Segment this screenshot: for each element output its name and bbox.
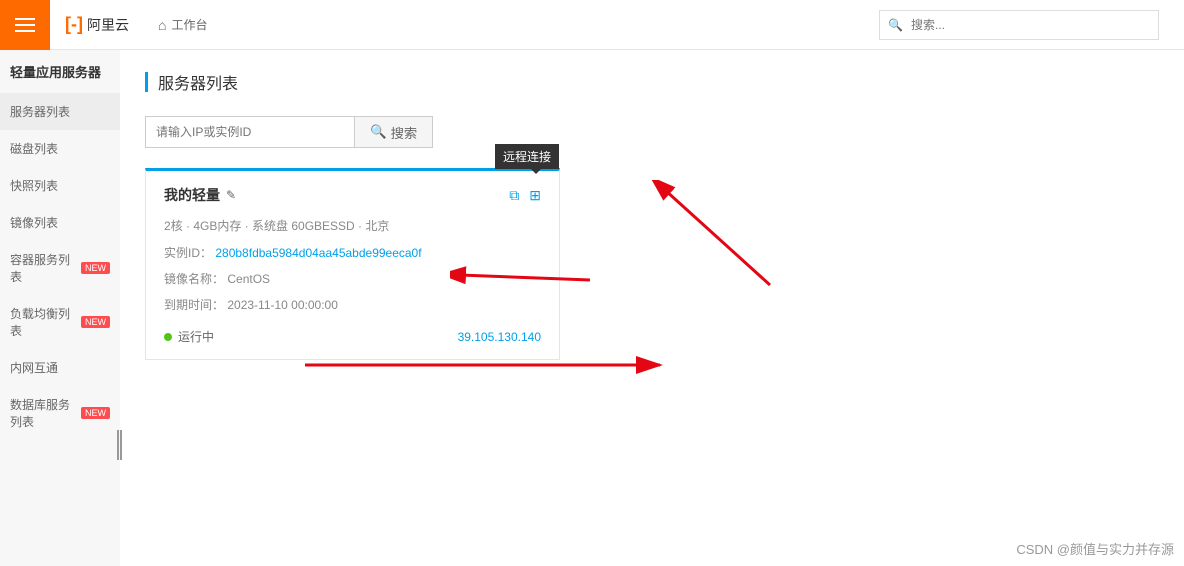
workspace-nav-item[interactable]: ⌂ 工作台 — [144, 16, 221, 33]
expire-label: 到期时间： — [164, 298, 224, 312]
global-search[interactable]: 🔍 — [879, 10, 1159, 40]
sidebar-item-databases[interactable]: 数据库服务列表 NEW — [0, 386, 120, 440]
sidebar-item-label: 数据库服务列表 — [10, 396, 75, 430]
server-card[interactable]: 远程连接 我的轻量 ✎ ⧉ ⊞ 2核 · 4GB内存 · 系统盘 60GBESS… — [145, 168, 560, 360]
ip-link[interactable]: 39.105.130.140 — [458, 330, 541, 344]
sidebar-item-label: 快照列表 — [10, 177, 58, 194]
sidebar: 轻量应用服务器 服务器列表 磁盘列表 快照列表 镜像列表 容器服务列表 NEW 负… — [0, 50, 120, 566]
card-actions: ⧉ ⊞ — [509, 187, 541, 204]
remote-connect-tooltip: 远程连接 — [495, 144, 559, 169]
status-text: 运行中 — [178, 328, 214, 345]
search-row: 🔍 搜索 — [145, 116, 1159, 148]
workspace-label: 工作台 — [171, 16, 207, 33]
sidebar-list: 服务器列表 磁盘列表 快照列表 镜像列表 容器服务列表 NEW 负载均衡列表 NEW… — [0, 93, 120, 440]
status-dot-icon — [164, 333, 172, 341]
sidebar-item-intranet[interactable]: 内网互通 — [0, 349, 120, 386]
sidebar-item-label: 内网互通 — [10, 359, 58, 376]
brand-logo[interactable]: [‑] 阿里云 — [65, 14, 129, 35]
sidebar-item-label: 负载均衡列表 — [10, 305, 75, 339]
search-button[interactable]: 🔍 搜索 — [355, 116, 433, 148]
server-spec: 2核 · 4GB内存 · 系统盘 60GBESSD · 北京 — [164, 217, 541, 234]
top-bar: [‑] 阿里云 ⌂ 工作台 🔍 — [0, 0, 1184, 50]
instance-id-link[interactable]: 280b8fdba5984d04aa45abde99eeca0f — [215, 246, 421, 260]
sidebar-item-images[interactable]: 镜像列表 — [0, 204, 120, 241]
expire-row: 到期时间： 2023-11-10 00:00:00 — [164, 296, 541, 314]
instance-id-label: 实例ID： — [164, 246, 212, 260]
title-accent-bar — [145, 72, 148, 92]
sidebar-item-label: 容器服务列表 — [10, 251, 75, 285]
card-footer: 运行中 39.105.130.140 — [164, 328, 541, 345]
expire-value: 2023-11-10 00:00:00 — [227, 298, 338, 312]
sidebar-item-label: 服务器列表 — [10, 103, 70, 120]
page-title-wrap: 服务器列表 — [145, 70, 1159, 94]
sidebar-item-servers[interactable]: 服务器列表 — [0, 93, 120, 130]
hamburger-menu-button[interactable] — [0, 0, 50, 50]
new-badge: NEW — [81, 407, 110, 419]
global-search-input[interactable] — [911, 18, 1158, 32]
search-button-label: 搜索 — [391, 123, 418, 142]
sidebar-item-loadbalancer[interactable]: 负载均衡列表 NEW — [0, 295, 120, 349]
new-badge: NEW — [81, 316, 110, 328]
sidebar-item-snapshots[interactable]: 快照列表 — [0, 167, 120, 204]
aliyun-logo-icon: [‑] — [65, 14, 83, 35]
image-value: CentOS — [227, 272, 270, 286]
sidebar-title: 轻量应用服务器 — [0, 50, 120, 93]
search-icon: 🔍 — [370, 124, 387, 140]
brand-text: 阿里云 — [87, 15, 129, 35]
main-content: 服务器列表 🔍 搜索 远程连接 我的轻量 ✎ ⧉ ⊞ 2核 · 4GB内存 · … — [120, 50, 1184, 566]
server-name: 我的轻量 — [164, 185, 220, 205]
edit-icon[interactable]: ✎ — [226, 188, 236, 202]
search-icon: 🔍 — [880, 18, 911, 32]
terminal-icon[interactable]: ⧉ — [509, 187, 519, 204]
sidebar-item-label: 磁盘列表 — [10, 140, 58, 157]
image-row: 镜像名称： CentOS — [164, 270, 541, 288]
page-title: 服务器列表 — [158, 70, 238, 94]
annotation-arrow-icon — [650, 180, 790, 300]
server-search-input[interactable] — [145, 116, 355, 148]
sidebar-item-disks[interactable]: 磁盘列表 — [0, 130, 120, 167]
sidebar-item-containers[interactable]: 容器服务列表 NEW — [0, 241, 120, 295]
apps-icon[interactable]: ⊞ — [529, 187, 541, 204]
image-label: 镜像名称： — [164, 272, 224, 286]
card-header: 我的轻量 ✎ ⧉ ⊞ — [164, 185, 541, 205]
new-badge: NEW — [81, 262, 110, 274]
home-icon: ⌂ — [158, 17, 166, 33]
instance-id-row: 实例ID： 280b8fdba5984d04aa45abde99eeca0f — [164, 244, 541, 262]
watermark: CSDN @颜值与实力并存源 — [1016, 539, 1174, 558]
hamburger-icon — [15, 18, 35, 32]
sidebar-item-label: 镜像列表 — [10, 214, 58, 231]
